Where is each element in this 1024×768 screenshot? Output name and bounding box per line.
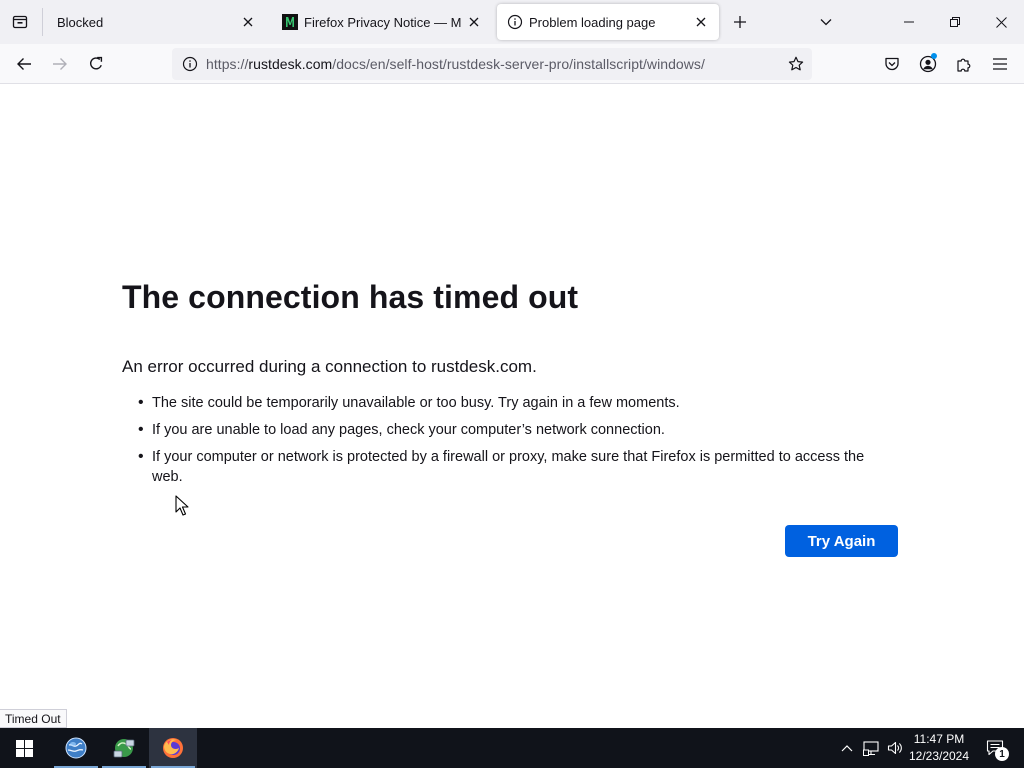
taskbar-app-globe[interactable] bbox=[52, 728, 100, 768]
network-icon bbox=[863, 741, 879, 756]
try-again-button[interactable]: Try Again bbox=[785, 525, 898, 557]
windows-taskbar: 11:47 PM 12/23/2024 1 bbox=[0, 728, 1024, 768]
tab-blocked[interactable]: Blocked bbox=[46, 4, 264, 40]
url-prefix: https:// bbox=[206, 56, 249, 72]
clock-date: 12/23/2024 bbox=[908, 749, 970, 763]
pocket-icon bbox=[885, 57, 899, 71]
application-menu-button[interactable] bbox=[984, 48, 1016, 80]
list-item: If your computer or network is protected… bbox=[138, 447, 898, 487]
forward-button[interactable] bbox=[44, 48, 76, 80]
address-bar[interactable]: https://rustdesk.com/docs/en/self-host/r… bbox=[172, 48, 812, 80]
close-tab-button[interactable] bbox=[236, 10, 260, 34]
minimize-icon bbox=[904, 21, 914, 23]
info-icon bbox=[182, 56, 198, 72]
save-to-pocket-button[interactable] bbox=[876, 48, 908, 80]
close-tab-button[interactable] bbox=[689, 10, 713, 34]
reload-icon bbox=[90, 56, 103, 70]
error-suggestions-list: The site could be temporarily unavailabl… bbox=[138, 393, 898, 494]
arrow-left-icon bbox=[17, 58, 31, 70]
site-information-button[interactable] bbox=[174, 48, 206, 80]
taskbar-app-network[interactable] bbox=[100, 728, 148, 768]
action-center-button[interactable]: 1 bbox=[980, 728, 1010, 768]
restore-button[interactable] bbox=[932, 0, 978, 44]
hamburger-menu-icon bbox=[993, 58, 1007, 70]
url-host: rustdesk.com bbox=[248, 56, 333, 72]
chevron-down-icon bbox=[820, 19, 832, 26]
firefox-icon bbox=[163, 738, 183, 758]
mozilla-icon bbox=[282, 14, 298, 30]
tab-strip: Blocked Firefox Privacy Notice — Mozilla… bbox=[0, 0, 1024, 44]
notification-count-badge: 1 bbox=[995, 747, 1009, 761]
restore-icon bbox=[950, 17, 960, 27]
status-panel: Timed Out bbox=[0, 709, 67, 728]
close-icon bbox=[995, 16, 1007, 28]
taskbar-app-firefox[interactable] bbox=[149, 728, 197, 768]
network-app-icon bbox=[113, 739, 135, 758]
network-status-button[interactable] bbox=[860, 728, 882, 768]
new-tab-button[interactable] bbox=[727, 8, 753, 36]
tab-title: Firefox Privacy Notice — Mozilla bbox=[304, 14, 462, 30]
firefox-view-icon bbox=[12, 15, 28, 29]
error-title: The connection has timed out bbox=[122, 279, 579, 315]
firefox-view-button[interactable] bbox=[0, 0, 40, 44]
show-hidden-icons-button[interactable] bbox=[836, 728, 858, 768]
puzzle-icon bbox=[957, 58, 971, 72]
list-all-tabs-button[interactable] bbox=[812, 8, 840, 36]
start-button[interactable] bbox=[0, 728, 48, 768]
mouse-cursor-icon bbox=[175, 495, 189, 516]
arrow-right-icon bbox=[53, 58, 67, 70]
tab-title: Blocked bbox=[57, 14, 104, 30]
globe-app-icon bbox=[65, 737, 87, 759]
reload-button[interactable] bbox=[80, 48, 112, 80]
navigation-toolbar: https://rustdesk.com/docs/en/self-host/r… bbox=[0, 44, 1024, 84]
error-description: An error occurred during a connection to… bbox=[122, 357, 537, 376]
list-item: If you are unable to load any pages, che… bbox=[138, 420, 898, 440]
info-icon bbox=[507, 14, 523, 30]
chevron-up-icon bbox=[841, 745, 853, 752]
list-item: The site could be temporarily unavailabl… bbox=[138, 393, 898, 413]
close-window-button[interactable] bbox=[978, 0, 1024, 44]
url-path: /docs/en/self-host/rustdesk-server-pro/i… bbox=[332, 56, 705, 72]
close-icon bbox=[243, 17, 253, 27]
extensions-button[interactable] bbox=[948, 48, 980, 80]
bookmark-star-button[interactable] bbox=[780, 48, 812, 80]
close-icon bbox=[469, 17, 479, 27]
plus-icon bbox=[734, 16, 746, 28]
windows-logo-icon bbox=[15, 739, 33, 757]
clock-time: 11:47 PM bbox=[913, 732, 965, 746]
close-tab-button[interactable] bbox=[462, 10, 486, 34]
star-icon bbox=[788, 56, 804, 71]
tab-separator bbox=[42, 8, 43, 36]
url-field[interactable]: https://rustdesk.com/docs/en/self-host/r… bbox=[206, 56, 780, 72]
minimize-button[interactable] bbox=[886, 0, 932, 44]
page-content: The connection has timed out An error oc… bbox=[0, 85, 1024, 728]
tab-title: Problem loading page bbox=[529, 14, 656, 30]
taskbar-clock[interactable]: 11:47 PM 12/23/2024 bbox=[906, 728, 972, 768]
tab-firefox-privacy-notice[interactable]: Firefox Privacy Notice — Mozilla bbox=[270, 4, 490, 40]
back-button[interactable] bbox=[8, 48, 40, 80]
volume-button[interactable] bbox=[884, 728, 906, 768]
speaker-icon bbox=[887, 741, 902, 755]
account-button[interactable] bbox=[912, 48, 944, 80]
notification-dot bbox=[931, 53, 937, 59]
close-icon bbox=[696, 17, 706, 27]
tab-problem-loading-page[interactable]: Problem loading page bbox=[497, 4, 719, 40]
